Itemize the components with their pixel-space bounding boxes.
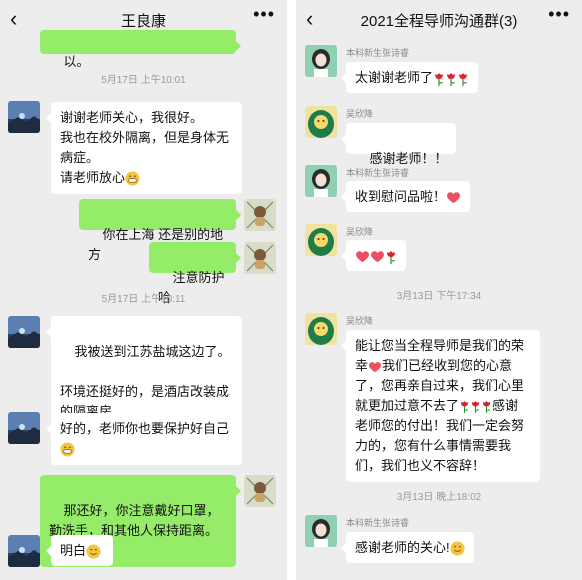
rose-emoji-icon <box>445 71 457 87</box>
grin-emoji-icon <box>60 442 75 457</box>
sender-name: 吴欣降 <box>346 109 374 119</box>
rose-emoji-icon <box>457 71 469 87</box>
message-text: 以。 <box>63 54 90 69</box>
heart-emoji-icon <box>446 191 461 204</box>
rose-emoji-icon <box>470 399 481 414</box>
contact-avatar[interactable] <box>8 412 40 444</box>
sender-name: 本科新生张诗睿 <box>346 168 410 178</box>
chat-panel-right: ‹ 2021全程导师沟通群(3) ••• 本科新生张诗睿 太谢谢老师了 吴欣降 … <box>296 0 582 580</box>
sender-name: 吴欣降 <box>346 316 374 326</box>
back-chevron-icon[interactable]: ‹ <box>10 6 17 32</box>
received-message[interactable]: 好的，老师你也要保护好自己 <box>46 413 242 465</box>
message-text: 感谢老师的关心! <box>355 540 450 555</box>
heart-emoji-icon <box>368 361 382 373</box>
back-chevron-icon[interactable]: ‹ <box>306 6 313 32</box>
partial-sent-message[interactable]: 以。 <box>40 30 241 69</box>
message-text: 我被送到江苏盐城这边了。 环境还挺好的，是酒店改装成的隔离房。 <box>60 344 231 419</box>
rose-emoji-icon <box>481 399 492 414</box>
my-avatar[interactable] <box>244 242 276 274</box>
smile-emoji-icon <box>450 541 465 556</box>
rose-emoji-icon <box>385 249 397 265</box>
message-text: 谢谢老师关心，我很好。 我也在校外隔离，但是身体无病症。 请老师放心 <box>60 110 230 185</box>
grin-emoji-icon <box>125 171 140 186</box>
message-text: 感谢老师！！ <box>369 151 448 166</box>
group-message[interactable]: 能让您当全程导师是我们的荣幸 我们已经收到您的心意了，您再亲自过来，我们心里就更加… <box>341 330 540 482</box>
rose-emoji-icon <box>433 71 445 87</box>
timestamp: 3月13日 晚上18:02 <box>396 492 482 503</box>
chat-panel-left: ‹ 王良康 ••• 以。 5月17日 上午10:01 谢谢老师关心，我很好。 我… <box>0 0 287 580</box>
heart-emoji-icon <box>370 250 385 263</box>
more-dots-icon[interactable]: ••• <box>548 4 570 25</box>
group-message[interactable] <box>341 240 406 271</box>
member-avatar[interactable] <box>305 224 337 256</box>
sender-name: 本科新生张诗睿 <box>346 48 410 58</box>
message-text: 明白 <box>60 543 87 558</box>
heart-emoji-icon <box>355 250 370 263</box>
message-text: 那还好，你注意戴好口罩，勤洗手，和其他人保持距离。 <box>49 503 220 538</box>
member-avatar[interactable] <box>305 45 337 77</box>
rose-emoji-icon <box>459 399 470 414</box>
message-text: 太谢谢老师了 <box>355 70 434 85</box>
message-text: 好的，老师你也要保护好自己 <box>60 421 230 436</box>
sent-message[interactable]: 注意防护哈 <box>149 242 241 305</box>
more-dots-icon[interactable]: ••• <box>253 4 275 25</box>
member-avatar[interactable] <box>305 313 337 345</box>
group-message[interactable]: 太谢谢老师了 <box>340 62 479 93</box>
contact-avatar[interactable] <box>8 101 40 133</box>
chat-title: 2021全程导师沟通群(3) <box>360 13 518 30</box>
my-avatar[interactable] <box>244 199 276 231</box>
received-message[interactable]: 明白 <box>46 535 113 566</box>
contact-avatar[interactable] <box>8 535 40 567</box>
chat-header: ‹ 2021全程导师沟通群(3) ••• <box>296 0 582 40</box>
timestamp: 5月17日 上午10:01 <box>101 75 186 86</box>
group-message[interactable]: 感谢老师的关心! <box>341 532 474 563</box>
smile-emoji-icon <box>86 544 101 559</box>
timestamp: 5月17日 上午10:11 <box>101 294 186 305</box>
group-message[interactable]: 感谢老师！！ <box>340 123 457 166</box>
chat-title: 王良康 <box>120 13 166 30</box>
received-message[interactable]: 谢谢老师关心，我很好。 我也在校外隔离，但是身体无病症。 请老师放心 <box>46 102 242 194</box>
my-avatar[interactable] <box>244 475 276 507</box>
contact-avatar[interactable] <box>8 316 40 348</box>
sender-name: 吴欣降 <box>346 227 374 237</box>
message-text: 收到慰问品啦！ <box>355 189 447 204</box>
group-message[interactable]: 收到慰问品啦！ <box>340 181 471 212</box>
member-avatar[interactable] <box>305 165 337 197</box>
timestamp: 3月13日 下午17:34 <box>396 291 482 302</box>
sender-name: 本科新生张诗睿 <box>346 518 410 528</box>
member-avatar[interactable] <box>305 515 337 547</box>
sent-message[interactable]: 你在上海 还是别的地方 <box>79 199 241 262</box>
member-avatar[interactable] <box>305 106 337 138</box>
